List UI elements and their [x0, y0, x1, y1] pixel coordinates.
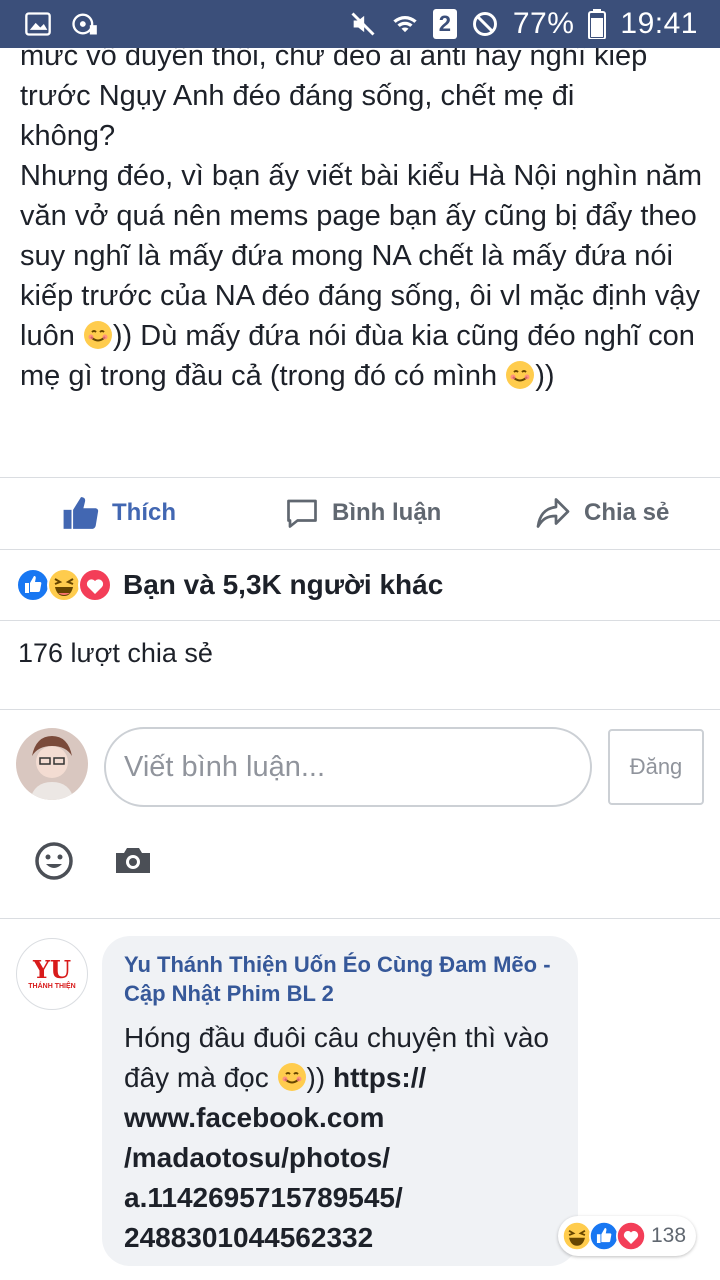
action-bar: Thích Bình luận Chia sẻ [0, 478, 720, 548]
commenter-avatar[interactable]: YU THÁNH THIỆN [16, 938, 88, 1010]
gallery-icon [25, 12, 51, 36]
smile-emoji-icon [277, 1063, 306, 1091]
haha-reaction-icon [47, 568, 81, 602]
like-button[interactable]: Thích [62, 494, 176, 532]
thumbs-up-icon [63, 497, 99, 529]
reactions-summary-text: Bạn và 5,3K người khác [123, 569, 444, 600]
smile-emoji-icon [506, 361, 535, 389]
divider [0, 709, 720, 710]
camera-icon[interactable] [112, 840, 154, 882]
post-line-2: trước Ngụy Anh đéo đáng sống, chết mẹ đi [20, 80, 575, 112]
share-count[interactable]: 176 lượt chia sẻ [18, 638, 213, 669]
comment-button[interactable]: Bình luận [284, 495, 441, 531]
comment-label: Bình luận [332, 499, 442, 526]
like-label: Thích [112, 499, 176, 526]
post-comment-button[interactable]: Đăng [608, 729, 704, 805]
post-paragraph-2: Nhưng đéo, vì bạn ấy viết bài kiểu Hà Nộ… [20, 160, 702, 392]
comment-body: Hóng đầu đuôi câu chuyện thì vào đây mà … [124, 1022, 549, 1253]
comment-author[interactable]: Yu Thánh Thiện Uốn Éo Cùng Đam Mẽo - Cập… [124, 950, 556, 1008]
comment-reaction-count: 138 [651, 1224, 687, 1247]
like-reaction-icon [589, 1221, 619, 1251]
commenter-avatar-logo: YU [32, 954, 72, 984]
wifi-icon [393, 16, 417, 33]
smile-emoji-icon [83, 321, 112, 349]
no-disturb-icon [472, 12, 497, 36]
divider [0, 620, 720, 621]
comment-reactions[interactable]: 138 [558, 1216, 697, 1256]
battery-percent: 77% [512, 7, 575, 40]
like-reaction-icon [16, 568, 50, 602]
share-button[interactable]: Chia sẻ [534, 495, 669, 531]
status-bar: 2 77% 19:41 [0, 0, 720, 48]
comment-icon [287, 499, 317, 528]
haha-reaction-icon [562, 1221, 592, 1251]
post-text: mức vô duyên thôi, chứ đéo ai anti hay n… [20, 36, 710, 440]
commenter-avatar-sub: THÁNH THIỆN [28, 982, 76, 990]
share-label: Chia sẻ [584, 499, 670, 526]
reactions-summary[interactable]: Bạn và 5,3K người khác [16, 563, 443, 607]
divider [0, 549, 720, 550]
post-line-3: không? [20, 120, 116, 152]
user-avatar[interactable] [16, 728, 88, 800]
emoji-icon[interactable] [33, 840, 75, 882]
sim-icon: 2 [432, 9, 457, 39]
comment-input[interactable]: Viết bình luận... [104, 727, 592, 807]
love-reaction-icon [616, 1221, 646, 1251]
clock: 19:41 [620, 7, 698, 40]
comment-input-placeholder: Viết bình luận... [124, 750, 326, 783]
share-icon [536, 498, 570, 528]
mute-icon [351, 12, 375, 36]
battery-icon [588, 9, 607, 39]
divider [0, 918, 720, 919]
love-reaction-icon [78, 568, 112, 602]
media-icon [72, 13, 97, 35]
comment-bubble: Yu Thánh Thiện Uốn Éo Cùng Đam Mẽo - Cập… [102, 936, 578, 1266]
